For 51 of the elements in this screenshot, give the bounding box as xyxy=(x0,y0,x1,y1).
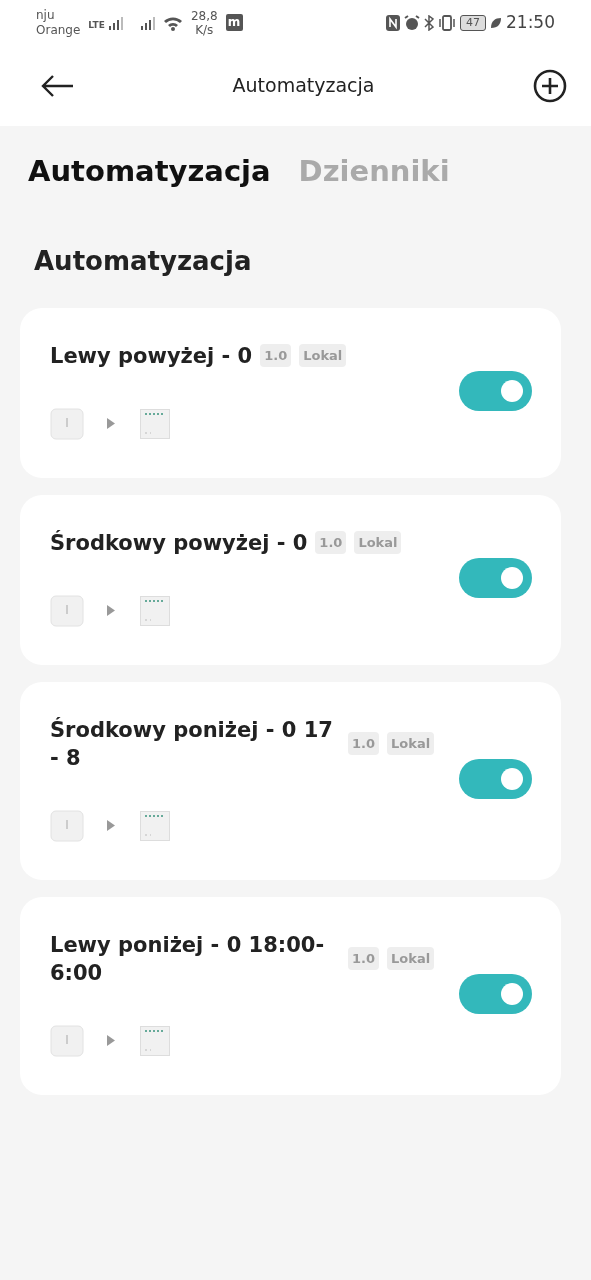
arrow-icon xyxy=(107,605,115,616)
back-arrow-icon xyxy=(40,73,74,98)
alarm-icon xyxy=(404,14,420,31)
version-tag: 1.0 xyxy=(348,946,380,971)
sensor-icon xyxy=(50,594,84,627)
switch-panel-icon xyxy=(140,408,170,439)
carrier-label: Orange xyxy=(36,22,81,38)
toggle-switch[interactable] xyxy=(459,973,532,1014)
vibrate-icon xyxy=(438,14,456,31)
automation-title: Środkowy powyżej - 0 xyxy=(50,529,308,557)
network-type: LTE xyxy=(88,20,105,30)
local-tag: Lokal xyxy=(354,530,402,555)
toggle-switch[interactable] xyxy=(459,370,532,411)
arrow-icon xyxy=(107,1035,115,1046)
automation-title: Lewy poniżej - 0 18:00-6:00 xyxy=(50,931,326,987)
automation-title: Środkowy poniżej - 0 17 - 8 xyxy=(50,716,334,772)
sensor-icon xyxy=(50,1024,84,1057)
add-circle-icon xyxy=(533,68,567,103)
speed-value: 28,8 xyxy=(190,8,218,23)
arrow-icon xyxy=(107,418,115,429)
clock: 21:50 xyxy=(506,10,555,34)
automation-title: Lewy powyżej - 0 xyxy=(50,342,253,370)
switch-panel-icon xyxy=(140,1025,170,1056)
switch-panel-icon xyxy=(140,810,170,841)
toggle-switch[interactable] xyxy=(459,557,532,598)
arrow-icon xyxy=(107,820,115,831)
wifi-icon xyxy=(162,14,183,31)
local-tag: Lokal xyxy=(387,946,435,971)
nfc-icon xyxy=(386,14,400,31)
signal-icon xyxy=(108,15,123,30)
add-button[interactable] xyxy=(533,68,567,103)
sensor-icon xyxy=(50,809,84,842)
version-tag: 1.0 xyxy=(260,343,292,368)
leaf-icon xyxy=(490,16,502,29)
tab[interactable]: Automatyzacja xyxy=(28,150,271,194)
local-tag: Lokal xyxy=(299,343,347,368)
bluetooth-icon xyxy=(424,14,434,31)
carrier-label: nju xyxy=(36,7,56,23)
section-heading: Automatyzacja xyxy=(33,244,253,278)
signal-icon xyxy=(140,15,155,30)
page-title: Automatyzacja xyxy=(232,73,375,99)
version-tag: 1.0 xyxy=(315,530,347,555)
local-tag: Lokal xyxy=(387,731,435,756)
app-icon: m xyxy=(225,14,243,31)
back-button[interactable] xyxy=(40,73,74,98)
battery-level: 47 xyxy=(460,14,486,31)
switch-panel-icon xyxy=(140,595,170,626)
sensor-icon xyxy=(50,407,84,440)
toggle-switch[interactable] xyxy=(459,758,532,799)
version-tag: 1.0 xyxy=(348,731,380,756)
speed-unit: K/s xyxy=(194,22,215,37)
